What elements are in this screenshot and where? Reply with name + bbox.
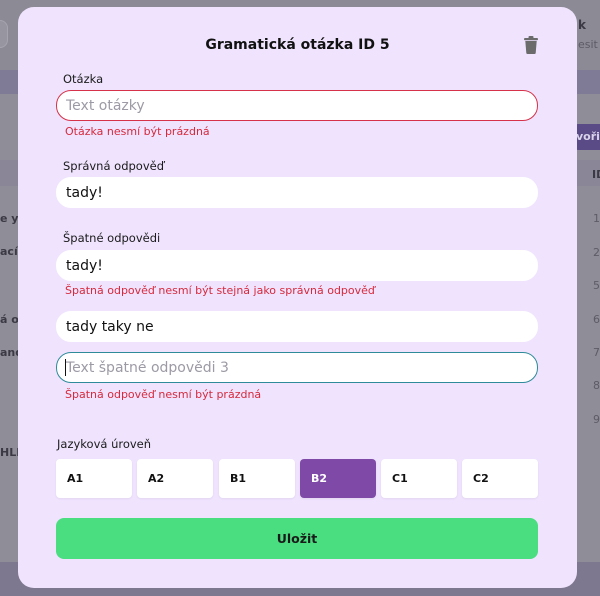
background-subtitle: esit s — [578, 38, 600, 51]
wrong-answer-input-3[interactable] — [56, 352, 538, 383]
wrong-answer-3-error: Špatná odpověď nesmí být prázdná — [65, 388, 262, 401]
trash-icon[interactable] — [523, 36, 539, 54]
wrong-answer-1-error: Špatná odpověď nesmí být stejná jako spr… — [65, 284, 375, 297]
wrong-answer-input-2[interactable] — [56, 311, 538, 342]
background-id: 7 — [593, 346, 600, 359]
background-id: 2 — [593, 246, 600, 259]
background-title: k — [578, 18, 586, 32]
question-label: Otázka — [63, 72, 104, 86]
level-option-b2[interactable]: B2 — [300, 459, 376, 498]
level-option-c1[interactable]: C1 — [381, 459, 457, 498]
level-option-c2[interactable]: C2 — [462, 459, 538, 498]
level-selector: A1 A2 B1 B2 C1 C2 — [56, 459, 540, 498]
background-id: 8 — [593, 379, 600, 392]
level-option-a2[interactable]: A2 — [137, 459, 213, 498]
wrong-answers-label: Špatné odpovědi — [63, 231, 161, 245]
wrong-answer-input-1[interactable] — [56, 250, 538, 281]
background-id: 5 — [593, 279, 600, 292]
background-id: 9 — [593, 413, 600, 426]
question-input[interactable] — [56, 90, 538, 121]
background-create-button: vořit — [574, 124, 600, 150]
question-error: Otázka nesmí být prázdná — [65, 125, 210, 138]
background-id: 6 — [593, 313, 600, 326]
correct-answer-label: Správná odpověď — [63, 159, 165, 173]
background-control — [0, 20, 8, 48]
edit-question-dialog: Gramatická otázka ID 5 Otázka Otázka nes… — [18, 7, 577, 588]
level-option-a1[interactable]: A1 — [56, 459, 132, 498]
save-button[interactable]: Uložit — [56, 518, 538, 559]
dialog-title: Gramatická otázka ID 5 — [205, 37, 390, 53]
level-option-b1[interactable]: B1 — [219, 459, 295, 498]
correct-answer-input[interactable] — [56, 177, 538, 208]
background-id-header: ID — [592, 168, 600, 181]
text-caret — [65, 359, 66, 376]
background-id: 1 — [593, 212, 600, 225]
level-label: Jazyková úroveň — [57, 437, 152, 451]
